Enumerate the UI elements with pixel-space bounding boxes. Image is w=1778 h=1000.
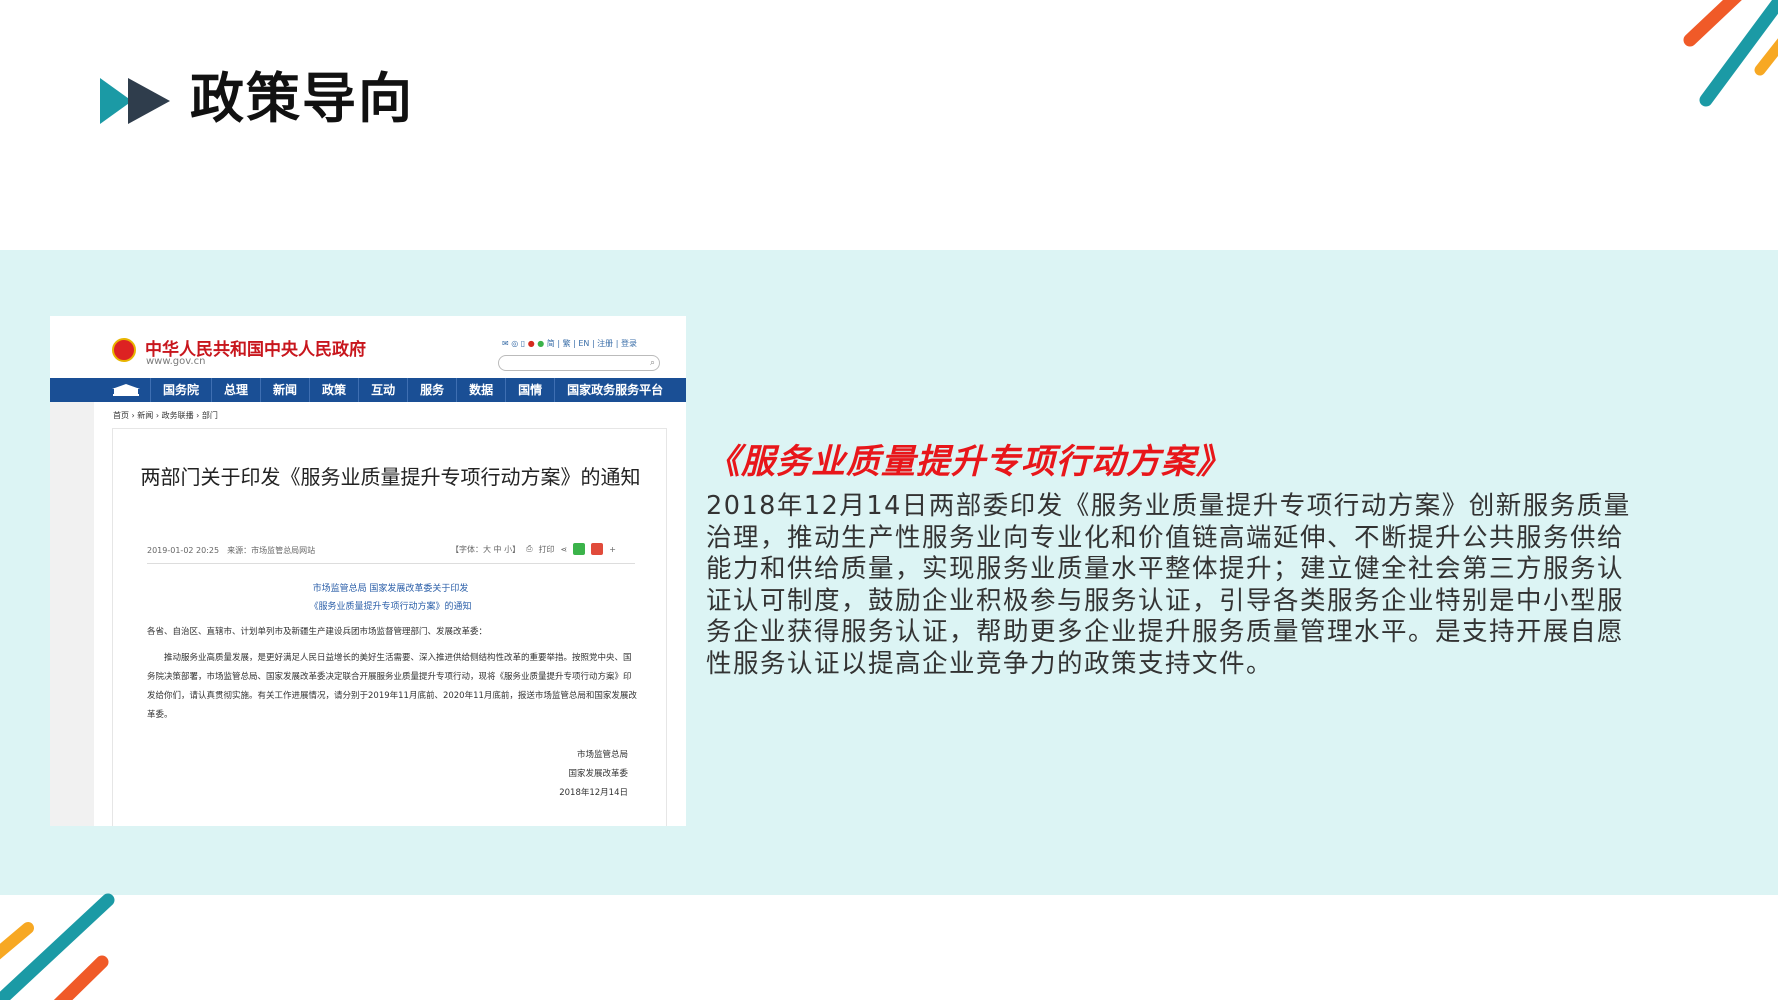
search-icon: ⌕: [649, 358, 655, 368]
nav-item-hudong[interactable]: 互动: [358, 378, 407, 402]
mail-icon: ✉: [502, 339, 509, 348]
breadcrumb[interactable]: 首页 › 新闻 › 政务联播 › 部门: [113, 410, 218, 421]
decorative-stripes-top-right: [1683, 0, 1778, 107]
top-links-text: 简 | 繁 | EN | 注册 | 登录: [546, 339, 637, 348]
article-tools: 【字体：大 中 小】 ⎙ 打印 ⋖ +: [451, 543, 616, 555]
globe-icon: ◎: [511, 339, 519, 348]
share-icon[interactable]: ⋖: [561, 545, 568, 554]
print-link[interactable]: 打印: [539, 544, 555, 555]
print-icon[interactable]: ⎙: [526, 544, 532, 554]
nav-item-service-platform[interactable]: 国家政务服务平台: [554, 378, 675, 402]
site-nav: 国务院 总理 新闻 政策 互动 服务 数据 国情 国家政务服务平台: [50, 378, 686, 402]
nav-item-guoqing[interactable]: 国情: [505, 378, 554, 402]
nav-item-xinwen[interactable]: 新闻: [260, 378, 309, 402]
article-paragraph: 推动服务业高质量发展，是更好满足人民日益增长的美好生活需要、深入推进供给侧结构性…: [147, 653, 637, 720]
divider: [147, 563, 635, 564]
site-url: www.gov.cn: [146, 356, 206, 367]
signing-date: 2018年12月14日: [559, 788, 628, 798]
weibo-share-icon[interactable]: [591, 543, 604, 555]
nav-item-shuju[interactable]: 数据: [456, 378, 505, 402]
font-size-control[interactable]: 【字体：大 中 小】: [451, 544, 520, 555]
article-meta: 2019-01-02 20:25 来源：市场监管总局网站: [147, 546, 316, 555]
document-description: 2018年12月14日两部委印发《服务业质量提升专项行动方案》创新服务质量治理，…: [706, 491, 1631, 679]
nav-item-fuwu[interactable]: 服务: [407, 378, 456, 402]
side-strip: [50, 402, 94, 826]
top-links: ✉ ◎ ▯ ● ● 简 | 繁 | EN | 注册 | 登录: [502, 338, 637, 349]
article-subtitle-1: 市场监管总局 国家发展改革委关于印发: [312, 584, 469, 594]
document-heading: 《服务业质量提升专项行动方案》: [706, 442, 1231, 482]
title-arrows-icon: [100, 78, 170, 124]
article-subtitle-2: 《服务业质量提升专项行动方案》的通知: [309, 602, 472, 612]
article-panel: 两部门关于印发《服务业质量提升专项行动方案》的通知 2019-01-02 20:…: [112, 428, 667, 826]
article-screenshot: 中华人民共和国中央人民政府 www.gov.cn ✉ ◎ ▯ ● ● 简 | 繁…: [50, 316, 686, 826]
home-building-icon[interactable]: [112, 384, 140, 396]
site-search-input[interactable]: ⌕: [498, 355, 660, 371]
signer-2: 国家发展改革委: [568, 769, 628, 779]
nav-item-zhengce[interactable]: 政策: [309, 378, 358, 402]
wechat-icon: ●: [537, 339, 545, 348]
nav-item-zongli[interactable]: 总理: [211, 378, 260, 402]
gov-header: 中华人民共和国中央人民政府 www.gov.cn ✉ ◎ ▯ ● ● 简 | 繁…: [50, 316, 686, 376]
mobile-icon: ▯: [520, 339, 526, 348]
article-title: 两部门关于印发《服务业质量提升专项行动方案》的通知: [140, 465, 641, 489]
signer-1: 市场监管总局: [576, 750, 628, 760]
decorative-stripes-bottom-left: [0, 893, 115, 1000]
nav-item-guowuyuan[interactable]: 国务院: [150, 378, 211, 402]
wechat-share-icon[interactable]: [573, 543, 586, 555]
weibo-icon: ●: [527, 339, 535, 348]
page-title: 政策导向: [190, 67, 414, 130]
more-share-icon[interactable]: +: [609, 545, 616, 554]
article-greeting: 各省、自治区、直辖市、计划单列市及新疆生产建设兵团市场监督管理部门、发展改革委：: [147, 627, 488, 637]
national-emblem-icon: [112, 338, 136, 362]
